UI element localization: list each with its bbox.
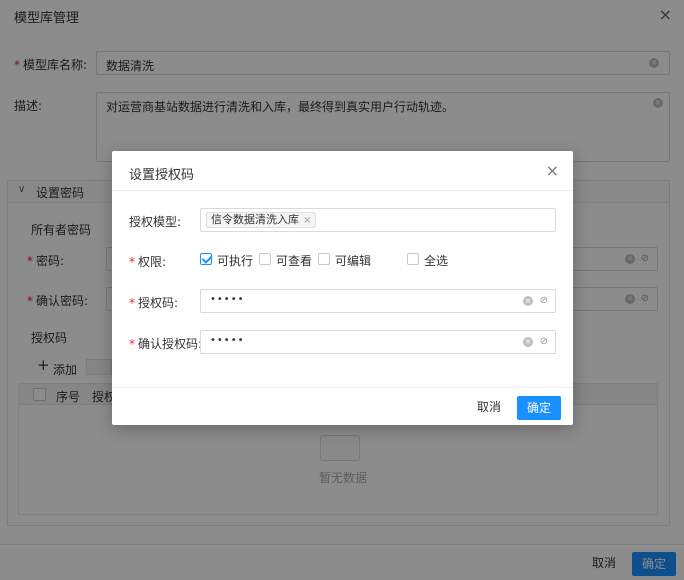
eye-off-icon[interactable]: ⊘: [540, 295, 548, 306]
clear-icon[interactable]: ×: [523, 337, 533, 347]
ok-button[interactable]: 确定: [517, 396, 561, 420]
auth-code-label: * 授权码:: [129, 296, 179, 310]
permission-label: * 权限:: [129, 255, 167, 269]
checkbox-icon: [259, 253, 271, 265]
checkbox-icon: [318, 253, 330, 265]
auth-code-input[interactable]: ••••• × ⊘: [200, 289, 556, 313]
modal-footer: 取消 确定: [112, 387, 573, 425]
auth-code-modal: 设置授权码 × 授权模型: 信令数据清洗入库 × * 权限: 可执行 可查看 可编辑…: [112, 151, 573, 425]
clear-icon[interactable]: ×: [523, 296, 533, 306]
checkbox-checked-icon: [200, 253, 212, 265]
tag-close-icon[interactable]: ×: [303, 215, 311, 226]
auth-model-select[interactable]: 信令数据清洗入库 ×: [200, 208, 556, 232]
checkbox-icon: [407, 253, 419, 265]
eye-off-icon[interactable]: ⊘: [540, 336, 548, 347]
close-icon[interactable]: ×: [546, 161, 559, 180]
auth-model-label: 授权模型:: [129, 215, 182, 229]
confirm-auth-code-label: * 确认授权码:: [129, 337, 203, 351]
modal-header: 设置授权码 ×: [112, 151, 573, 191]
cancel-button[interactable]: 取消: [470, 396, 508, 420]
auth-model-tag: 信令数据清洗入库 ×: [206, 212, 317, 228]
modal-title: 设置授权码: [129, 168, 195, 183]
confirm-auth-code-input[interactable]: ••••• × ⊘: [200, 330, 556, 354]
